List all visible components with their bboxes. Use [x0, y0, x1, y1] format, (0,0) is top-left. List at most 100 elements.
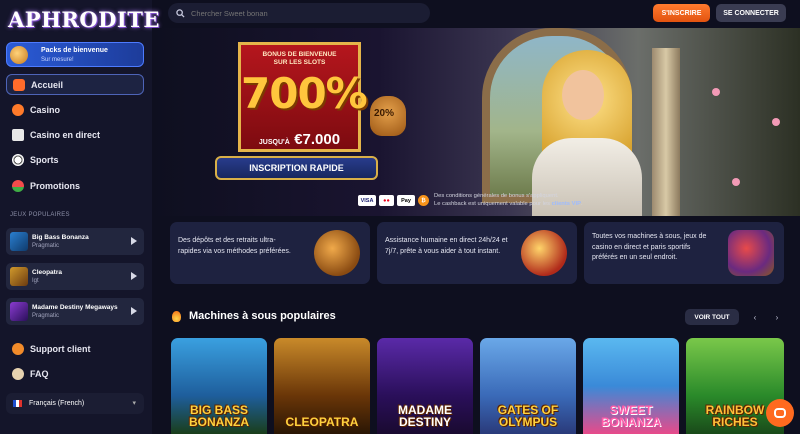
slot-tile-gates-olympus[interactable]: GATES OF OLYMPUS — [480, 338, 576, 434]
bonus-percent: 700% — [241, 69, 368, 118]
sidebar-game-big-bass[interactable]: Big Bass Bonanza Pragmatic — [6, 228, 144, 255]
section-title: Machines à sous populaires — [189, 310, 336, 322]
slot-tile-cleopatra[interactable]: CLEOPATRA — [274, 338, 370, 434]
bonus-line-2: SUR LES SLOTS — [273, 59, 326, 67]
language-label: Français (French) — [29, 400, 85, 407]
sidebar-game-madame-destiny[interactable]: Madame Destiny Megaways Pragmatic — [6, 298, 144, 325]
sidebar-item-promotions[interactable]: Promotions — [6, 175, 144, 196]
sidebar-item-label: Sports — [30, 154, 59, 165]
slot-title: SWEET BONANZA — [601, 403, 661, 429]
sidebar-game-cleopatra[interactable]: Cleopatra Igt — [6, 263, 144, 290]
bonus-line-1: BONUS DE BIENVENUE — [262, 51, 337, 58]
slot-title: BIG BASS BONANZA — [189, 403, 249, 429]
welcome-bonus-panel: BONUS DE BIENVENUE SUR LES SLOTS 700% JU… — [238, 42, 368, 152]
search-bar[interactable] — [168, 3, 430, 23]
flower-decoration — [732, 178, 740, 186]
sidebar-item-casino[interactable]: Casino — [6, 99, 144, 120]
bonus-amount-line: JUSQU'À €7.000 — [241, 131, 358, 149]
home-icon — [13, 78, 25, 91]
chat-icon — [774, 408, 786, 418]
game-name: Cleopatra — [32, 269, 62, 276]
visa-icon: VISA — [358, 195, 376, 206]
sidebar-item-label: Casino en direct — [30, 129, 101, 140]
feature-text: Toutes vos machines à sous, jeux de casi… — [592, 233, 707, 261]
game-thumbnail — [10, 267, 28, 286]
mastercard-icon: ●● — [379, 195, 394, 206]
sidebar-item-faq[interactable]: FAQ — [6, 363, 144, 384]
terms-line-2: Le cashback est uniquement valable pour … — [434, 201, 551, 208]
hero-banner[interactable]: BONUS DE BIENVENUE SUR LES SLOTS 700% JU… — [152, 28, 800, 216]
cashback-vase-badge: 20% — [370, 96, 406, 136]
slot-title: GATES OF OLYMPUS — [497, 403, 559, 429]
sidebar-item-label: Promotions — [30, 180, 81, 191]
signup-button[interactable]: S'INSCRIRE — [653, 4, 710, 22]
cashback-badge-label: 20% — [374, 108, 395, 119]
feature-card-payments: Des dépôts et des retraits ultra-rapides… — [170, 222, 370, 284]
search-input[interactable] — [191, 8, 411, 18]
feature-text: Assistance humaine en direct 24h/24 et 7… — [385, 237, 508, 255]
live-chat-button[interactable] — [766, 399, 794, 427]
search-icon — [176, 8, 185, 18]
slot-title: CLEOPATRA — [285, 415, 359, 429]
language-selector[interactable]: Français (French) ▾ — [6, 393, 144, 414]
promo-subtitle: Sur mesure! — [41, 57, 74, 63]
feature-card-support: Assistance humaine en direct 24h/24 et 7… — [377, 222, 577, 284]
football-icon — [12, 153, 24, 166]
chevron-left-icon[interactable]: ‹ — [748, 309, 762, 325]
site-logo[interactable]: APHRODITE — [8, 7, 160, 32]
feature-text: Des dépôts et des retraits ultra-rapides… — [178, 237, 291, 255]
terms-end: . — [580, 201, 583, 208]
dice-icon — [12, 128, 24, 141]
bitcoin-icon: ₿ — [418, 195, 429, 206]
game-name: Madame Destiny Megaways — [32, 304, 118, 311]
gift-icon — [10, 46, 28, 64]
chevron-right-icon[interactable]: › — [770, 309, 784, 325]
login-button[interactable]: SE CONNECTER — [716, 4, 786, 22]
sidebar-item-label: Casino — [30, 104, 61, 115]
terms-line-1: Des conditions générales de bonus s'appl… — [434, 193, 559, 199]
bonus-terms: Des conditions générales de bonus s'appl… — [434, 192, 583, 209]
promo-title: Packs de bienvenue — [41, 47, 108, 54]
sidebar-item-label: FAQ — [30, 368, 49, 379]
game-provider: Igt — [32, 278, 39, 284]
watermelon-icon — [12, 179, 24, 192]
see-all-button[interactable]: VOIR TOUT — [685, 309, 739, 325]
slot-tile-big-bass[interactable]: BIG BASS BONANZA — [171, 338, 267, 434]
sidebar: APHRODITE Packs de bienvenue Sur mesure!… — [0, 0, 159, 434]
game-thumbnail — [10, 232, 28, 251]
hero-pillar — [652, 48, 680, 216]
sidebar-item-sports[interactable]: Sports — [6, 149, 144, 170]
slot-title: MADAME DESTINY — [398, 403, 452, 429]
welcome-pack-card[interactable]: Packs de bienvenue Sur mesure! — [6, 42, 144, 67]
play-icon[interactable] — [131, 237, 137, 245]
play-icon[interactable] — [131, 272, 137, 280]
hero-goddess-face — [562, 70, 604, 120]
terms-vip-link[interactable]: clients VIP — [552, 201, 581, 207]
amphora-coins-icon — [314, 230, 360, 276]
flower-decoration — [712, 88, 720, 96]
flower-decoration — [772, 118, 780, 126]
sidebar-item-accueil[interactable]: Accueil — [6, 74, 144, 95]
play-icon[interactable] — [131, 307, 137, 315]
bonus-upto: JUSQU'À — [258, 139, 290, 146]
fire-icon — [172, 310, 181, 322]
slot-tile-madame-destiny[interactable]: MADAME DESTINY — [377, 338, 473, 434]
winged-helmet-icon — [521, 230, 567, 276]
game-provider: Pragmatic — [32, 313, 60, 319]
quick-signup-button[interactable]: INSCRIPTION RAPIDE — [215, 156, 378, 180]
france-flag-icon — [13, 400, 22, 407]
fruit-dice-icon — [728, 230, 774, 276]
chip-icon — [12, 103, 24, 116]
game-name: Big Bass Bonanza — [32, 234, 89, 241]
support-icon — [12, 342, 24, 355]
sidebar-item-casino-live[interactable]: Casino en direct — [6, 124, 144, 145]
popular-games-heading: JEUX POPULAIRES — [10, 212, 70, 218]
bonus-heading: BONUS DE BIENVENUE SUR LES SLOTS — [241, 51, 358, 67]
bonus-amount: €7.000 — [294, 131, 341, 148]
sidebar-item-support[interactable]: Support client — [6, 338, 144, 359]
apple-pay-icon: Pay — [397, 195, 415, 206]
slot-tile-sweet-bonanza[interactable]: SWEET BONANZA — [583, 338, 679, 434]
question-icon — [12, 367, 24, 380]
sidebar-item-label: Support client — [30, 343, 91, 354]
feature-card-all-in-one: Toutes vos machines à sous, jeux de casi… — [584, 222, 784, 284]
